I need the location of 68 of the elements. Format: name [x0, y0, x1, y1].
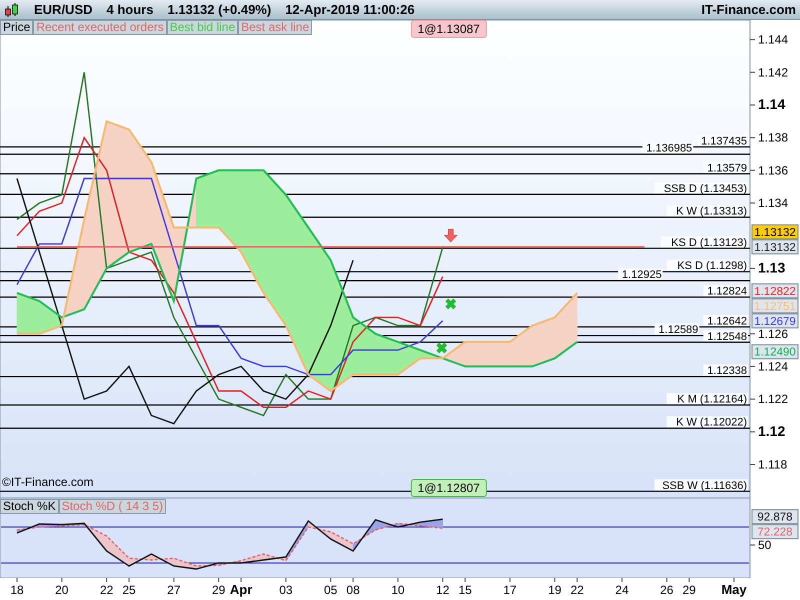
- axis-label: 22: [570, 583, 584, 597]
- brand: IT-Finance.com: [701, 2, 796, 17]
- level-label: 1.136985: [642, 142, 694, 155]
- level-label: SSB W (1.11636): [654, 479, 748, 492]
- axis-label: 22: [100, 583, 114, 597]
- legend-item[interactable]: Price: [0, 20, 34, 35]
- price-tag: 1.12490: [752, 344, 798, 360]
- price-tag: 1.13132: [752, 239, 798, 254]
- axis-label: 19: [548, 583, 562, 597]
- symbol: EUR/USD: [34, 2, 93, 17]
- level-label: 1.12589: [654, 324, 700, 336]
- order-tag[interactable]: 1@1.13087: [410, 20, 487, 38]
- axis-label: 24: [615, 583, 629, 597]
- price-tag: 1.13132: [752, 224, 798, 240]
- axis-label: 12: [436, 583, 450, 597]
- order-tag[interactable]: 1@1.12807: [410, 479, 487, 497]
- cross-icon: [444, 298, 457, 310]
- axis-label: 50: [758, 538, 772, 552]
- level-label: 1.12925: [618, 268, 663, 282]
- price-tag: 1.12679: [752, 313, 798, 328]
- axis-label: 1.122: [758, 392, 788, 406]
- price-tag: 92.878: [752, 509, 798, 524]
- axis-label: 1.126: [758, 326, 788, 341]
- axis-label: 03: [279, 583, 293, 597]
- axis-label: 1.13: [758, 259, 786, 276]
- level-label: K M (1.12164): [666, 393, 748, 406]
- level-label: 1.12824: [703, 285, 748, 298]
- axis-label: 29: [682, 583, 696, 597]
- level-label: 1.12338: [703, 364, 748, 378]
- axis-label: 1.118: [758, 458, 788, 472]
- axis-label: 27: [167, 583, 181, 597]
- axis-label: 1.134: [758, 196, 788, 210]
- cross-icon: [436, 342, 448, 354]
- axis-label: 1.144: [758, 32, 788, 47]
- axis-label: 10: [391, 583, 405, 597]
- axis-label: 1.142: [758, 65, 788, 80]
- level-label: KS D (1.13123): [660, 236, 748, 249]
- axis-label: 1.14: [758, 96, 786, 112]
- axis-label: Apr: [230, 582, 252, 597]
- legend-item[interactable]: Stoch %K: [0, 499, 59, 514]
- axis-label: 1.138: [758, 130, 788, 145]
- interval: 4 hours: [106, 2, 154, 17]
- axis-label: 1.12: [758, 422, 786, 439]
- candlestick-icon: [4, 2, 20, 18]
- axis-label: 08: [346, 583, 360, 597]
- axis-label: 29: [212, 583, 226, 597]
- price-tag: 1.12751: [752, 298, 798, 314]
- axis-label: 1.124: [758, 359, 788, 374]
- price-tag: 72.228: [752, 524, 798, 540]
- axis-label: 15: [458, 583, 472, 597]
- quote: 1.13132 (+0.49%): [167, 2, 272, 17]
- axis-label: 18: [10, 583, 24, 597]
- axis-label: 05: [324, 583, 338, 597]
- axis-label: 20: [55, 583, 68, 597]
- down-arrow-icon: [444, 228, 458, 242]
- level-label: K W (1.13313): [666, 205, 748, 218]
- level-label: KS D (1.1298): [666, 260, 748, 272]
- level-label: K W (1.12022): [666, 416, 748, 429]
- level-label: SSB D (1.13453): [654, 182, 748, 195]
- level-label: 1.137435: [697, 134, 748, 148]
- copyright: ©IT-Finance.com: [2, 475, 94, 489]
- price-tag: 1.12822: [752, 283, 798, 298]
- timestamp: 12-Apr-2019 11:00:26: [285, 2, 415, 17]
- axis-label: May: [721, 582, 747, 597]
- axis-label: 25: [122, 583, 136, 597]
- axis-label: 26: [660, 583, 674, 597]
- axis-label: 1.136: [758, 163, 788, 178]
- axis-label: 17: [503, 583, 517, 597]
